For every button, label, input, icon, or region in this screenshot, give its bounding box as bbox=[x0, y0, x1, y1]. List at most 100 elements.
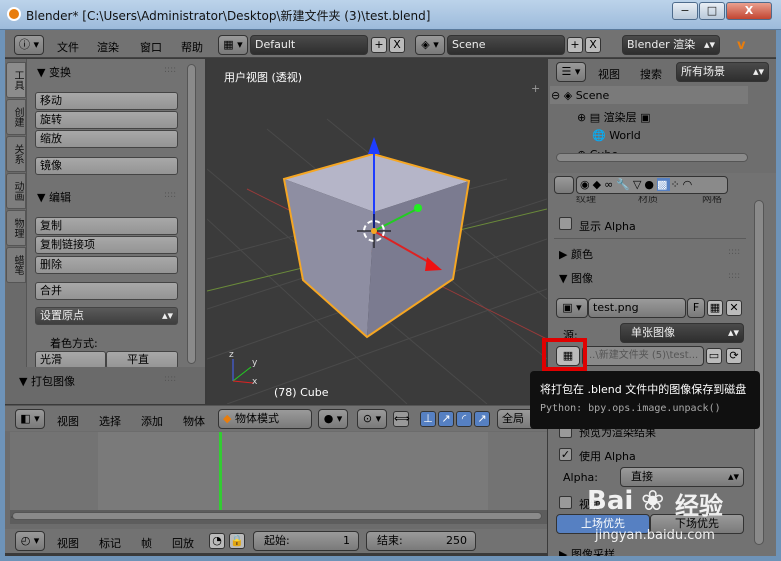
end-frame-value: 250 bbox=[446, 534, 467, 547]
image-name-field[interactable]: test.png bbox=[588, 298, 686, 318]
toolshelf-scrollbar[interactable] bbox=[187, 64, 196, 364]
outliner-editor-type[interactable]: ☰ ▾ bbox=[556, 62, 586, 82]
menu-file[interactable]: 文件 bbox=[57, 39, 79, 55]
rotate-manip-button[interactable]: ↗ bbox=[438, 411, 454, 427]
menu-select[interactable]: 选择 bbox=[99, 413, 121, 429]
mode-select[interactable]: ◆ 物体模式 bbox=[218, 409, 312, 429]
show-alpha-checkbox[interactable] bbox=[559, 217, 572, 230]
pack-images-panel-header[interactable]: ▼ 打包图像 bbox=[19, 373, 75, 389]
image-panel-header[interactable]: ▼ 图像 bbox=[559, 270, 593, 286]
tab-physics[interactable]: 物理 bbox=[6, 210, 26, 246]
mirror-button[interactable]: 镜像 bbox=[35, 157, 178, 175]
end-frame-field[interactable]: 结束: 250 bbox=[366, 531, 476, 551]
duplicate-button[interactable]: 复制 bbox=[35, 217, 178, 235]
translate-manip-button[interactable]: ⊥ bbox=[420, 411, 436, 427]
timeline-scrollbar[interactable] bbox=[12, 512, 542, 520]
add-layout-button[interactable]: + bbox=[371, 37, 387, 53]
editor-type-button[interactable]: ⓘ ▾ bbox=[14, 35, 44, 55]
outliner-menu-view[interactable]: 视图 bbox=[598, 66, 620, 82]
pivot-button[interactable]: ⊙ ▾ bbox=[357, 409, 387, 429]
unlink-image-button[interactable]: ✕ bbox=[726, 300, 742, 316]
properties-context-tabs[interactable]: ◉◆∞🔧▽●▩⁘◠ bbox=[576, 176, 728, 194]
menu-frame[interactable]: 帧 bbox=[141, 535, 152, 551]
mode-label: 物体模式 bbox=[234, 412, 279, 425]
viewport-corner-plus-icon[interactable]: + bbox=[531, 82, 540, 95]
viewport-editor-type[interactable]: ◧ ▾ bbox=[15, 409, 45, 429]
rotate-button[interactable]: 旋转 bbox=[35, 111, 178, 129]
add-scene-button[interactable]: + bbox=[567, 37, 583, 53]
close-icon: ✕ bbox=[729, 301, 739, 314]
tab-texture[interactable]: 纹理 bbox=[576, 196, 596, 205]
menu-help[interactable]: 帮助 bbox=[181, 39, 203, 55]
use-alpha-checkbox[interactable]: ✓ bbox=[559, 448, 572, 461]
timeline-editor-type[interactable]: ◴ ▾ bbox=[15, 531, 45, 551]
start-frame-field[interactable]: 起始: 1 bbox=[253, 531, 359, 551]
menu-window[interactable]: 窗口 bbox=[140, 39, 162, 55]
texture-type-tabs[interactable]: 纹理 材质 网格 bbox=[556, 196, 742, 206]
pack-image-button[interactable]: ▦ bbox=[707, 300, 723, 316]
outliner-row-renderlayers[interactable]: ⊕ ▤ 渲染层 ▣ bbox=[577, 109, 651, 125]
tab-grease-pencil[interactable]: 蜡笔 bbox=[6, 247, 26, 283]
join-button[interactable]: 合并 bbox=[35, 282, 178, 300]
duplicate-linked-button[interactable]: 复制链接项 bbox=[35, 236, 178, 254]
maximize-button[interactable]: □ bbox=[699, 2, 725, 20]
close-button[interactable]: X bbox=[726, 2, 772, 20]
delete-button[interactable]: 删除 bbox=[35, 256, 178, 274]
chevron-icon: ▴▾ bbox=[727, 326, 739, 339]
scene-selector[interactable]: Scene bbox=[447, 35, 565, 55]
scale-button[interactable]: 缩放 bbox=[35, 130, 178, 148]
menu-object[interactable]: 物体 bbox=[183, 413, 205, 429]
menu-add[interactable]: 添加 bbox=[141, 413, 163, 429]
scale-manip-button[interactable]: ↗ bbox=[474, 411, 490, 427]
outliner-menu-search[interactable]: 搜索 bbox=[640, 66, 662, 82]
timeline-area[interactable] bbox=[10, 432, 547, 510]
render-engine-select[interactable]: Blender 渲染 ▴▾ bbox=[622, 35, 720, 55]
object-icon: ◆ bbox=[592, 178, 605, 191]
set-origin-dropdown[interactable]: 设置原点 ▴▾ bbox=[35, 307, 178, 325]
tab-material[interactable]: 材质 bbox=[638, 196, 658, 205]
reload-image-button[interactable]: ⟳ bbox=[726, 348, 742, 364]
outliner-row-scene[interactable]: ⊖ ◈ Scene bbox=[551, 89, 609, 102]
scene-icon: ◈ ▾ bbox=[421, 38, 439, 51]
list-icon: ☰ ▾ bbox=[561, 65, 581, 78]
fake-user-button[interactable]: F bbox=[687, 298, 705, 318]
properties-editor-type[interactable] bbox=[554, 176, 574, 194]
layout-icon-button[interactable]: ▦ ▾ bbox=[218, 35, 248, 55]
manipulator-toggle[interactable]: ⟺ bbox=[393, 411, 410, 427]
tab-tools[interactable]: 工具 bbox=[6, 62, 26, 98]
browse-file-button[interactable]: ▭ bbox=[706, 348, 722, 364]
outliner-row-world[interactable]: 🌐 World bbox=[592, 129, 641, 142]
move-button[interactable]: 移动 bbox=[35, 92, 178, 110]
transform-panel-header[interactable]: ▼ 变换 bbox=[37, 64, 71, 80]
edit-panel-header[interactable]: ▼ 编辑 bbox=[37, 189, 71, 205]
menu-timeline-view[interactable]: 视图 bbox=[57, 535, 79, 551]
tab-animation[interactable]: 动画 bbox=[6, 173, 26, 209]
watermark-brand: Bai bbox=[587, 486, 634, 516]
preview-range-toggle[interactable]: ◔ bbox=[209, 533, 225, 549]
tab-create[interactable]: 创建 bbox=[6, 99, 26, 135]
tab-relations[interactable]: 关系 bbox=[6, 136, 26, 172]
minimize-button[interactable]: − bbox=[672, 2, 698, 20]
image-browse-button[interactable]: ▣ ▾ bbox=[556, 298, 588, 318]
outliner-scrollbar[interactable] bbox=[556, 153, 748, 162]
source-select[interactable]: 单张图像 ▴▾ bbox=[620, 323, 744, 343]
shading-mode-button[interactable]: ● ▾ bbox=[318, 409, 348, 429]
remove-scene-button[interactable]: X bbox=[585, 37, 601, 53]
layout-selector[interactable]: Default bbox=[250, 35, 368, 55]
outliner-filter-select[interactable]: 所有场景 ▴▾ bbox=[676, 62, 769, 82]
arc-manip-button[interactable]: ◜ bbox=[456, 411, 472, 427]
filepath-field[interactable]: ..\新建文件夹 (5)\test... bbox=[582, 346, 704, 366]
remove-layout-button[interactable]: X bbox=[389, 37, 405, 53]
menu-render[interactable]: 渲染 bbox=[97, 39, 119, 55]
scene-icon-button[interactable]: ◈ ▾ bbox=[415, 35, 445, 55]
menu-marker[interactable]: 标记 bbox=[99, 535, 121, 551]
menu-playback[interactable]: 回放 bbox=[172, 535, 194, 551]
menu-view[interactable]: 视图 bbox=[57, 413, 79, 429]
color-panel-header[interactable]: ▶ 颜色 bbox=[559, 246, 593, 262]
lock-range-toggle[interactable]: 🔒 bbox=[229, 533, 245, 549]
clock-small-icon: ◔ bbox=[212, 534, 222, 547]
tab-mesh[interactable]: 网格 bbox=[702, 196, 722, 205]
current-frame-marker[interactable] bbox=[219, 432, 222, 510]
3d-viewport[interactable] bbox=[207, 59, 547, 404]
video-checkbox[interactable] bbox=[559, 496, 572, 509]
